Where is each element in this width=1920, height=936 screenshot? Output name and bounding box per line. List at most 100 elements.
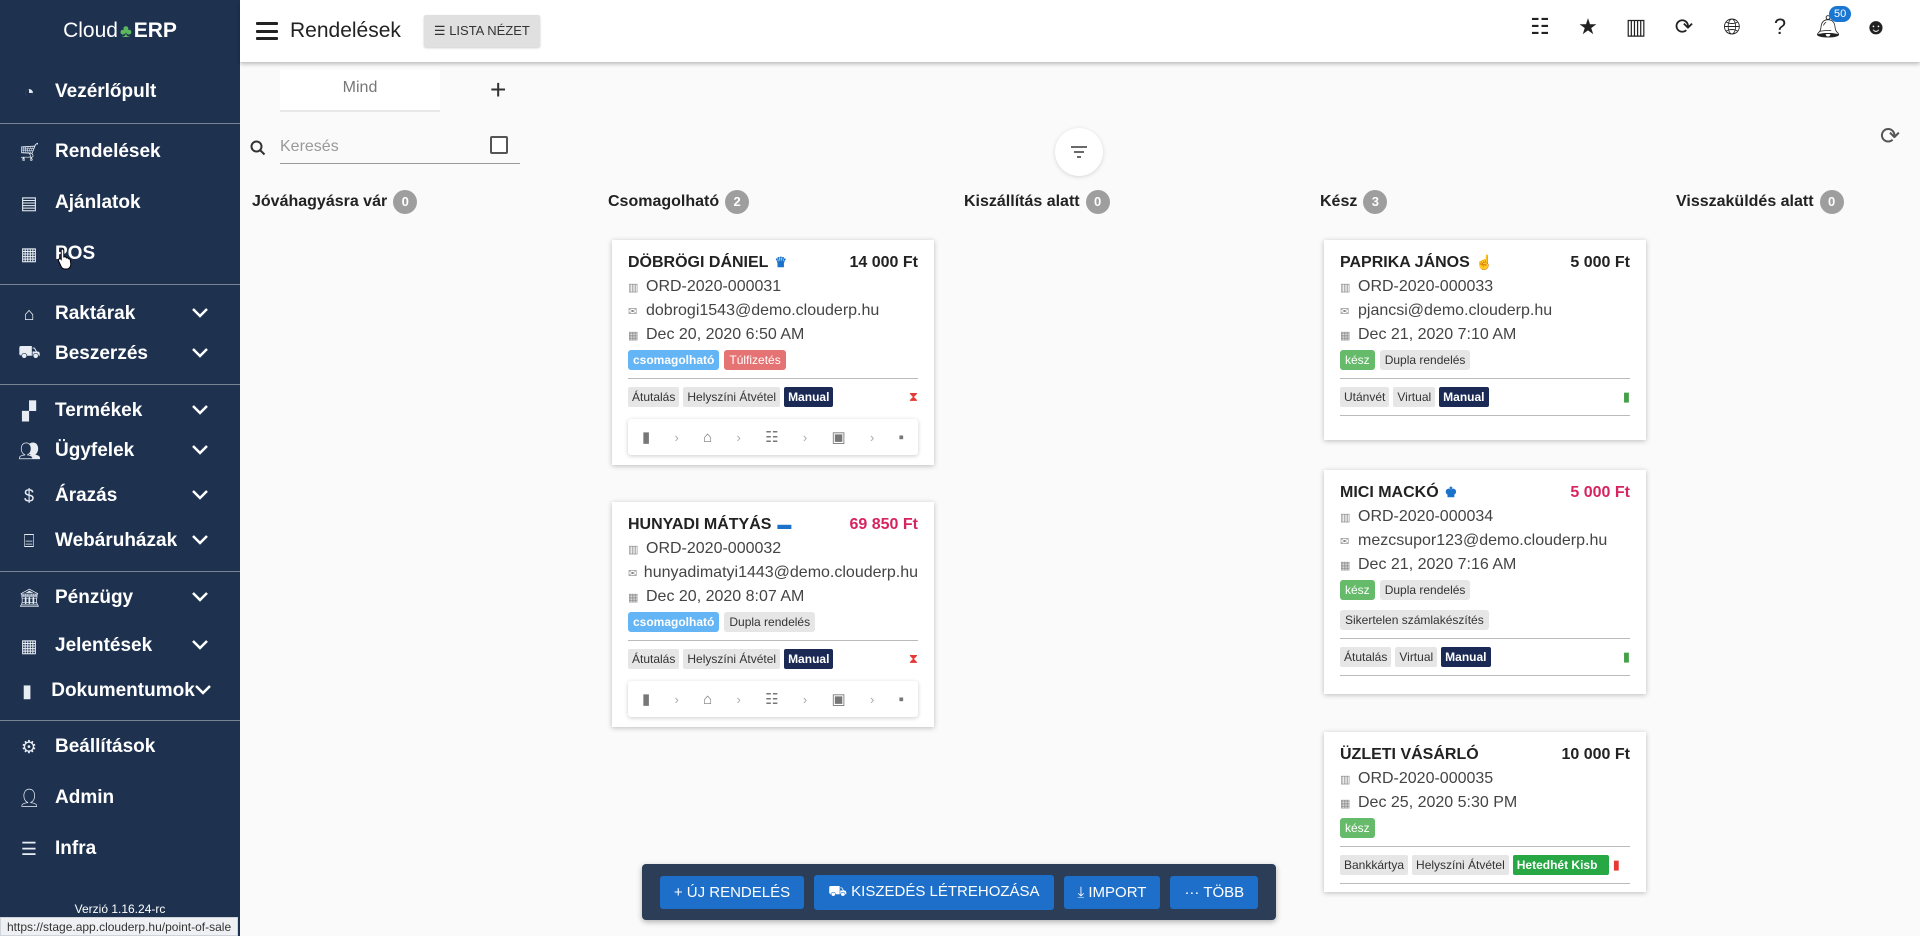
create-picking-button[interactable]: ⛟ KISZEDÉS LÉTREHOZÁSA (814, 874, 1054, 910)
filter-button[interactable] (1055, 128, 1103, 176)
invoice-step-icon[interactable]: ▮ (642, 428, 650, 446)
order-card[interactable]: HUNYADI MÁTYÁS ▬ 69 850 Ft ▥ ORD-2020-0000… (612, 502, 934, 727)
order-number: ORD-2020-000032 (646, 540, 782, 557)
column-header-kesz: Kész 3 (1320, 190, 1388, 214)
sidebar-item-vezerlopult[interactable]: ◔ Vezérlőpult (0, 76, 240, 108)
order-amount: 69 850 Ft (849, 516, 918, 533)
warehouse-step-icon[interactable]: ⌂ (703, 691, 712, 708)
checklist-step-icon[interactable]: ☷ (765, 428, 778, 446)
search-box (250, 130, 520, 166)
sidebar-item-penzugy[interactable]: 🏛︎ Pénzügy (0, 582, 240, 614)
shipping-method: Virtual (1395, 647, 1438, 667)
list-view-button[interactable]: ☰ LISTA NÉZET (423, 15, 540, 47)
note-step-icon[interactable]: ▪ (899, 429, 904, 446)
order-amount: 14 000 Ft (849, 254, 918, 271)
download-icon: ⤓ (1077, 883, 1089, 901)
globe-icon[interactable]: 🌐︎ (1708, 14, 1756, 40)
ellipsis-icon: ··· (1184, 883, 1204, 901)
add-tab-icon[interactable]: + (490, 74, 506, 106)
sidebar-item-webaruhazak[interactable]: ⌸ Webáruházak (0, 525, 240, 557)
bell-icon[interactable]: 🔔︎ 50 (1804, 6, 1852, 40)
boxes-icon: ▞ (22, 400, 36, 421)
sync-icon[interactable]: ⟳ (1660, 14, 1708, 40)
menu-icon[interactable] (256, 22, 278, 40)
warehouse-step-icon[interactable]: ⌂ (703, 429, 712, 446)
order-card[interactable]: PAPRIKA JÁNOS ☝ 5 000 Ft ▥ ORD-2020-000033… (1324, 240, 1646, 440)
order-date: Dec 21, 2020 7:10 AM (1358, 326, 1517, 343)
order-date: Dec 21, 2020 7:16 AM (1358, 556, 1517, 573)
sidebar-item-infra[interactable]: ☰ Infra (0, 833, 240, 865)
sidebar-item-beallitasok[interactable]: ⚙ Beállítások (0, 731, 240, 763)
duplicate-badge: Dupla rendelés (724, 612, 816, 632)
more-button[interactable]: ··· TÖBB (1170, 875, 1259, 909)
cash-register-icon: ▦ (20, 243, 38, 264)
brand-erp: ERP (133, 19, 177, 42)
overpayment-badge: Túlfizetés (724, 350, 786, 370)
shipping-method: Virtual (1393, 387, 1436, 407)
refresh-icon[interactable]: ⟳ (1880, 122, 1900, 151)
divider (1340, 846, 1630, 847)
column-count-badge: 0 (393, 190, 418, 214)
sidebar-item-raktarak[interactable]: ⌂ Raktárak (0, 298, 240, 330)
customer-name: HUNYADI MÁTYÁS (628, 516, 772, 533)
tab-mind[interactable]: Mind (280, 70, 440, 112)
payment-method: Bankkártya (1340, 855, 1409, 875)
package-step-icon[interactable]: ▣ (832, 690, 846, 708)
more-label: TÖBB (1203, 883, 1245, 901)
sidebar: Cloud ♣ ERP ◔ Vezérlőpult 🛒︎ Rendelések … (0, 0, 240, 936)
barcode-icon: ▥ (1340, 773, 1351, 786)
divider (628, 378, 918, 379)
column-count-badge: 0 (1819, 190, 1844, 214)
package-step-icon[interactable]: ▣ (832, 428, 846, 446)
plus-icon: + (673, 883, 687, 901)
create-picking-label: KISZEDÉS LÉTREHOZÁSA (851, 882, 1040, 900)
sidebar-item-ugyfelek[interactable]: 👥︎ Ügyfelek (0, 435, 240, 467)
search-input[interactable] (280, 130, 520, 164)
import-button[interactable]: ⤓ IMPORT (1063, 875, 1161, 909)
customer-email: pjancsi@demo.clouderp.hu (1358, 302, 1553, 319)
help-icon[interactable]: ? (1756, 14, 1804, 40)
sidebar-item-ajanlatok[interactable]: ▤ Ajánlatok (0, 187, 240, 219)
chevron-right-icon: › (674, 429, 679, 445)
customer-email: hunyadimatyi1443@demo.clouderp.hu (643, 564, 918, 581)
note-step-icon[interactable]: ▪ (899, 691, 904, 708)
star-icon[interactable]: ★ (1564, 14, 1612, 40)
order-card[interactable]: MICI MACKÓ ♚ 5 000 Ft ▥ ORD-2020-000034 ✉ m… (1324, 470, 1646, 694)
barcode-icon: ▥ (628, 281, 639, 294)
hand-cursor-icon (57, 248, 72, 270)
account-icon[interactable]: ☻ (1852, 14, 1900, 40)
order-number: ORD-2020-000031 (646, 278, 782, 295)
sidebar-item-admin[interactable]: 👤︎ Admin (0, 782, 240, 814)
invoice-step-icon[interactable]: ▮ (642, 690, 650, 708)
calendar-icon: ▦ (1340, 329, 1351, 342)
sidebar-item-arazas[interactable]: $ Árazás (0, 480, 240, 512)
barcode-icon: ▥ (1340, 511, 1351, 524)
sidebar-item-label: Rendelések (55, 141, 161, 162)
sidebar-item-dokumentumok[interactable]: ▮ Dokumentumok (0, 675, 240, 707)
customer-name: MICI MACKÓ (1340, 484, 1439, 501)
sidebar-item-label: Ajánlatok (55, 192, 141, 213)
order-card[interactable]: ÜZLETI VÁSÁRLÓ 10 000 Ft ▥ ORD-2020-00003… (1324, 732, 1646, 892)
sidebar-item-beszerzes[interactable]: ⛟ Beszerzés (0, 338, 240, 370)
payment-method: Átutalás (1340, 647, 1392, 667)
sidebar-item-rendelesek[interactable]: 🛒︎ Rendelések (0, 136, 240, 168)
invoice-failed-badge: Sikertelen számlakészítés (1340, 610, 1489, 630)
list-icon: ☰ (433, 23, 446, 38)
order-card[interactable]: DÖBRÖGI DÁNIEL ♛ 14 000 Ft ▥ ORD-2020-0000… (612, 240, 934, 465)
brand-logo[interactable]: Cloud ♣ ERP (0, 0, 240, 62)
duplicate-badge: Dupla rendelés (1379, 350, 1471, 370)
sidebar-item-jelentesek[interactable]: ▦ Jelentések (0, 630, 240, 662)
tasks-icon[interactable]: ☷ (1516, 14, 1564, 40)
chevron-right-icon: › (869, 691, 875, 707)
order-source: Manual (784, 387, 834, 407)
new-order-button[interactable]: + ÚJ RENDELÉS (659, 875, 805, 909)
invoice-file-icon: ▮ (1622, 649, 1630, 664)
tree-icon: ♣ (119, 20, 132, 41)
sidebar-item-termekek[interactable]: ▞ Termékek (0, 395, 240, 427)
barcode-icon: ▥ (628, 543, 639, 556)
search-checkbox[interactable] (490, 136, 508, 154)
checklist-step-icon[interactable]: ☷ (765, 690, 778, 708)
building-icon[interactable]: ▥ (1612, 14, 1660, 40)
sidebar-item-pos[interactable]: ▦ POS (0, 238, 240, 270)
users-icon: 👥︎ (18, 440, 41, 461)
